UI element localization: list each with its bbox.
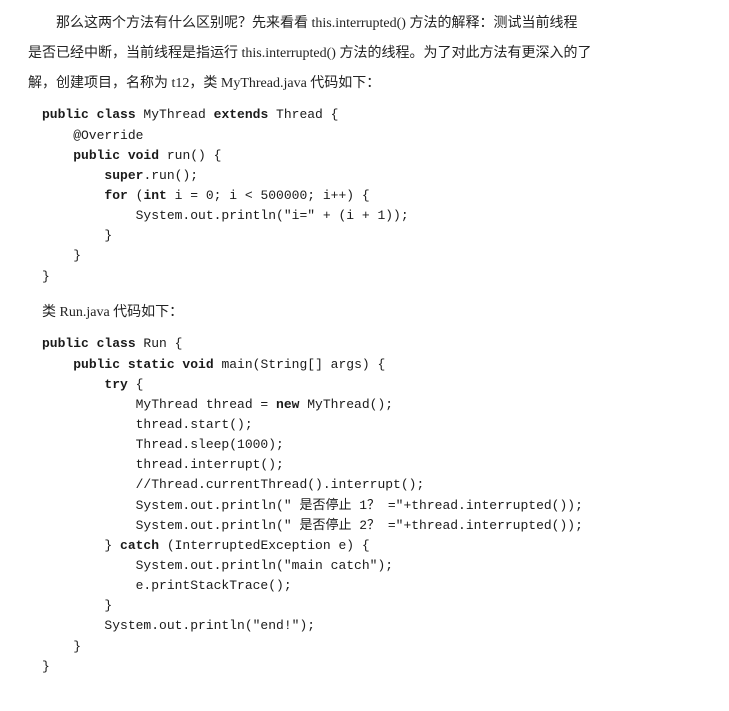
code-line: System.out.println("i=" + (i + 1));: [42, 208, 409, 223]
code-text: .run();: [143, 168, 198, 183]
code-line: }: [42, 639, 81, 654]
code-keyword: for: [104, 188, 127, 203]
code-line: e.printStackTrace();: [42, 578, 292, 593]
code-text: [42, 168, 104, 183]
intro-paragraph-line-2: 是否已经中断，当前线程是指运行 this.interrupted() 方法的线程…: [28, 42, 701, 66]
code-keyword: super: [104, 168, 143, 183]
code-text: i = 0; i < 500000; i++) {: [167, 188, 370, 203]
code-keyword: public static void: [73, 357, 213, 372]
code-text: run() {: [159, 148, 221, 163]
code-block-mythread: public class MyThread extends Thread { @…: [42, 105, 701, 286]
code-line: }: [42, 269, 50, 284]
code-line: }: [42, 598, 112, 613]
code-text: [42, 188, 104, 203]
code-line: }: [42, 248, 81, 263]
code-keyword: int: [143, 188, 166, 203]
code-line: //Thread.currentThread().interrupt();: [42, 477, 424, 492]
code-keyword: new: [276, 397, 299, 412]
code-line: thread.interrupt();: [42, 457, 284, 472]
code-text: [42, 377, 104, 392]
code-text: MyThread thread =: [42, 397, 276, 412]
code-block-run: public class Run { public static void ma…: [42, 334, 701, 676]
code-keyword: try: [104, 377, 127, 392]
code-text: Thread {: [268, 107, 338, 122]
code-line: System.out.println("end!");: [42, 618, 315, 633]
code-keyword: catch: [120, 538, 159, 553]
code-line: thread.start();: [42, 417, 253, 432]
code-text: (InterruptedException e) {: [159, 538, 370, 553]
code-line: System.out.println(" 是否停止 1？ ="+thread.i…: [42, 498, 583, 513]
code-text: MyThread: [136, 107, 214, 122]
code-keyword: extends: [214, 107, 269, 122]
code-text: [42, 148, 73, 163]
code-keyword: public class: [42, 107, 136, 122]
code-text: [42, 357, 73, 372]
run-java-label: 类 Run.java 代码如下：: [42, 301, 701, 325]
code-text: main(String[] args) {: [214, 357, 386, 372]
code-keyword: public class: [42, 336, 136, 351]
code-line: Thread.sleep(1000);: [42, 437, 284, 452]
code-line: @Override: [42, 128, 143, 143]
code-keyword: public void: [73, 148, 159, 163]
intro-paragraph-line-1: 那么这两个方法有什么区别呢？先来看看 this.interrupted() 方法…: [28, 12, 701, 36]
code-text: (: [128, 188, 144, 203]
code-text: Run {: [136, 336, 183, 351]
code-text: }: [42, 538, 120, 553]
intro-paragraph-line-3: 解，创建项目，名称为 t12，类 MyThread.java 代码如下：: [28, 72, 701, 96]
code-line: }: [42, 228, 112, 243]
code-line: System.out.println("main catch");: [42, 558, 393, 573]
code-line: System.out.println(" 是否停止 2？ ="+thread.i…: [42, 518, 583, 533]
code-line: }: [42, 659, 50, 674]
code-text: MyThread();: [299, 397, 393, 412]
code-text: {: [128, 377, 144, 392]
